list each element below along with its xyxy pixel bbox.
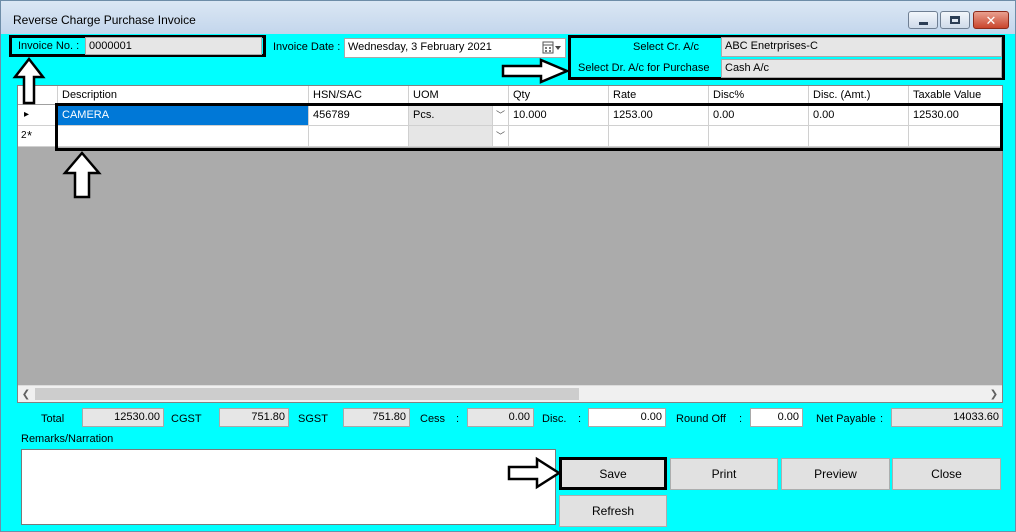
dr-ac-field[interactable]: Cash A/c (721, 59, 1002, 78)
net-payable-colon: : (880, 413, 884, 425)
new-row-icon: * (27, 128, 33, 143)
total-field[interactable]: 12530.00 (82, 408, 164, 427)
maximize-icon (950, 16, 960, 24)
disc-field[interactable]: 0.00 (588, 408, 666, 427)
maximize-button[interactable] (940, 11, 970, 29)
minimize-button[interactable] (908, 11, 938, 29)
title-bar: Reverse Charge Purchase Invoice ✕ (1, 1, 1015, 34)
roundoff-field[interactable]: 0.00 (750, 408, 803, 427)
close-icon: ✕ (985, 12, 997, 28)
row-number: 2 (21, 130, 27, 141)
remarks-label: Remarks/Narration (21, 433, 114, 445)
sgst-label: SGST (298, 413, 328, 425)
total-label: Total (41, 413, 65, 425)
invoice-date-picker[interactable]: Wednesday, 3 February 2021 (344, 38, 566, 58)
save-button[interactable]: Save (559, 457, 667, 490)
scroll-left-icon[interactable]: ❮ (18, 387, 34, 402)
scroll-right-icon[interactable]: ❯ (986, 387, 1002, 402)
invoice-date-value: Wednesday, 3 February 2021 (348, 41, 492, 53)
print-button[interactable]: Print (670, 458, 778, 490)
horizontal-scrollbar[interactable]: ❮ ❯ (18, 385, 1002, 402)
net-payable-field[interactable]: 14033.60 (891, 408, 1003, 427)
sgst-field[interactable]: 751.80 (343, 408, 410, 427)
close-button[interactable]: Close (892, 458, 1001, 490)
cess-field[interactable]: 0.00 (467, 408, 534, 427)
net-payable-label: Net Payable (816, 413, 876, 425)
cr-ac-field[interactable]: ABC Enetrprises-C (721, 37, 1002, 57)
cr-ac-label: Select Cr. A/c (633, 41, 700, 53)
remarks-textarea[interactable] (21, 449, 556, 525)
cgst-field[interactable]: 751.80 (219, 408, 289, 427)
roundoff-label: Round Off (676, 413, 726, 425)
calendar-icon[interactable] (542, 40, 562, 56)
disc-colon: : (578, 413, 582, 425)
right-arrow-save-icon (507, 456, 562, 490)
invoice-date-label: Invoice Date : (273, 41, 341, 53)
grid-row-highlight (55, 103, 1003, 151)
refresh-button[interactable]: Refresh (559, 495, 667, 527)
invoice-no-label: Invoice No. : (18, 40, 80, 52)
invoice-window: Reverse Charge Purchase Invoice ✕ Invoic… (0, 0, 1016, 532)
invoice-no-field[interactable]: 0000001 (85, 37, 262, 55)
current-row-icon: ▸ (24, 109, 30, 120)
roundoff-colon: : (739, 413, 743, 425)
disc-label: Disc. (542, 413, 567, 425)
minimize-icon (918, 21, 928, 25)
close-window-button[interactable]: ✕ (973, 11, 1009, 29)
new-row-header[interactable]: 2 * (18, 126, 58, 147)
preview-button[interactable]: Preview (781, 458, 890, 490)
cess-colon: : (456, 413, 460, 425)
row-header[interactable]: ▸ (18, 105, 58, 126)
up-arrow-invoice-icon (12, 56, 46, 105)
cgst-label: CGST (171, 413, 202, 425)
scrollbar-thumb[interactable] (35, 388, 579, 400)
right-arrow-account-icon (501, 58, 571, 84)
dr-ac-label: Select Dr. A/c for Purchase (578, 62, 710, 74)
window-title: Reverse Charge Purchase Invoice (13, 13, 196, 27)
cess-label: Cess (420, 413, 446, 425)
up-arrow-grid-icon (62, 151, 102, 199)
